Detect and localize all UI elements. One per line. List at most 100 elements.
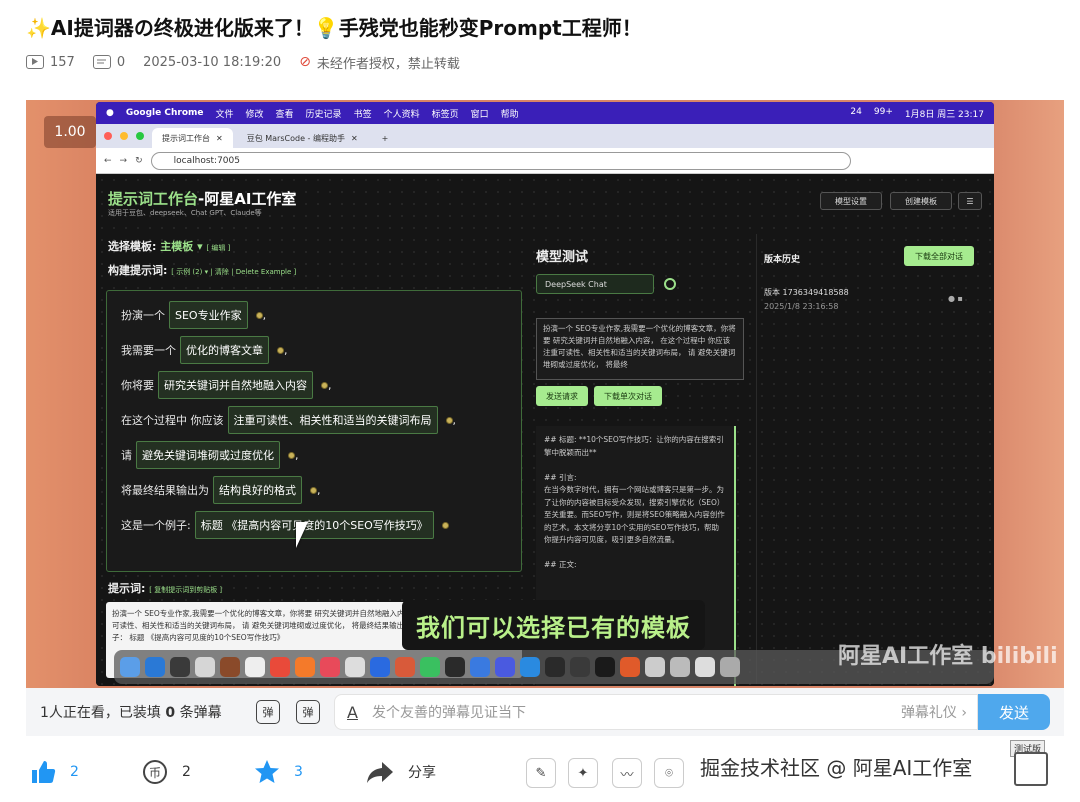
- video-player[interactable]: 1.00 ● Google Chrome 文件 修改 查看 历史记录 书签 个人…: [26, 100, 1064, 688]
- back-icon: ←: [104, 155, 112, 166]
- edit-icon[interactable]: ✎: [526, 758, 556, 788]
- play-icon: [26, 55, 44, 69]
- builder-row: 将最终结果输出为 结构良好的格式,: [121, 476, 321, 504]
- divider: [756, 234, 757, 684]
- forward-icon: →: [119, 155, 128, 166]
- mouse-cursor-icon: [296, 522, 320, 548]
- app-icon: [195, 657, 215, 677]
- app-icon: [395, 657, 415, 677]
- wechat-icon: [420, 657, 440, 677]
- danmaku-input[interactable]: A 发个友善的弹幕见证当下 弹幕礼仪 ›: [334, 694, 978, 730]
- send-danmaku-button[interactable]: 发送: [978, 694, 1050, 730]
- browser-tabbar: 提示词工作台 ✕ 豆包 MarsCode - 编程助手 ✕ +: [96, 124, 994, 148]
- download-all-button: 下载全部对话: [904, 246, 974, 266]
- star-icon: [255, 760, 279, 783]
- like-button[interactable]: 2: [30, 752, 79, 792]
- favorite-button[interactable]: 3: [254, 752, 303, 792]
- share-arrow-icon: [367, 762, 393, 783]
- video-watermark: 阿星AI工作室 bilibili: [838, 644, 1058, 669]
- tab-prompt-workbench: 提示词工作台 ✕: [152, 128, 233, 148]
- app-title: 提示词工作台-阿星AI工作室: [108, 190, 297, 208]
- danmaku-icon: [92, 55, 111, 69]
- danmaku-bar: 1人正在看，已装填 0 条弹幕 弹 弹 A 发个友善的弹幕见证当下 弹幕礼仪 ›…: [26, 688, 1064, 736]
- publish-datetime: 2025-03-10 18:19:20: [143, 54, 282, 70]
- mac-menubar: ● Google Chrome 文件 修改 查看 历史记录 书签 个人资料 标签…: [96, 102, 994, 124]
- minimize-dot-icon: [120, 132, 128, 140]
- app-icon: [620, 657, 640, 677]
- danmaku-settings-icon[interactable]: 弹: [296, 700, 320, 724]
- coin-button[interactable]: 币 2: [142, 752, 191, 792]
- model-test-title: 模型测试: [536, 250, 589, 265]
- comment-count: 0: [92, 55, 125, 70]
- browser-urlbar: ← → ↻ localhost:7005: [96, 148, 994, 174]
- thumb-up-icon: [32, 761, 56, 783]
- app-icon: [670, 657, 690, 677]
- builder-row: 这是一个例子: 标题 《提高内容可见度的10个SEO写作技巧》: [121, 511, 449, 539]
- screen-recording: ● Google Chrome 文件 修改 查看 历史记录 书签 个人资料 标签…: [96, 102, 994, 686]
- text-style-icon[interactable]: A: [347, 703, 358, 722]
- app-icon: [270, 657, 290, 677]
- app-icon: [695, 657, 715, 677]
- qr-icon[interactable]: [1014, 752, 1048, 786]
- app-icon: [370, 657, 390, 677]
- lock-icon[interactable]: ⌾: [654, 758, 684, 788]
- build-prompt-header: 构建提示词: [ 示例 (2) ▾ | 清除 | Delete Example …: [108, 264, 297, 277]
- builder-row: 我需要一个 优化的博客文章,: [121, 336, 288, 364]
- template-selector: 选择模板: 主模板 ▾ [ 编辑 ]: [108, 240, 231, 253]
- finder-icon: [120, 657, 140, 677]
- playback-speed[interactable]: 1.00: [44, 116, 96, 148]
- calendar-icon: [345, 657, 365, 677]
- svg-text:币: 币: [149, 766, 161, 780]
- footer-watermark: 掘金技术社区 @ 阿星AI工作室: [700, 756, 973, 780]
- url-field: localhost:7005: [150, 151, 851, 170]
- remove-dot-icon: [441, 521, 449, 529]
- app-icon: [445, 657, 465, 677]
- new-tab-icon: +: [381, 133, 389, 143]
- app-icon: [720, 657, 740, 677]
- apple-icon: ●: [106, 108, 114, 118]
- app-icon: [145, 657, 165, 677]
- close-dot-icon: [104, 132, 112, 140]
- app-icon: [220, 657, 240, 677]
- app-icon: [570, 657, 590, 677]
- post-title: ✨AI提词器の终极进化版来了！💡手残党也能秒变Prompt工程师！: [26, 16, 642, 40]
- remove-dot-icon: [445, 416, 453, 424]
- history-item: 版本 1736349418588 2025/1/8 23:16:58: [764, 288, 849, 311]
- builder-row: 请避免关键词堆砌或过度优化,: [121, 441, 299, 469]
- create-template-button: 创建模板: [890, 192, 952, 210]
- app-icon: [470, 657, 490, 677]
- zoom-dot-icon: [136, 132, 144, 140]
- model-select: DeepSeek Chat: [536, 274, 654, 294]
- download-single-button: 下载单次对话: [594, 386, 662, 406]
- builder-row: 扮演一个 SEO专业作家,: [121, 301, 266, 329]
- chart-icon[interactable]: 〰: [612, 758, 642, 788]
- history-actions-icon: ● ▪: [948, 294, 963, 303]
- remove-dot-icon: [321, 381, 328, 389]
- play-count: 157: [26, 55, 75, 70]
- prompt-header: 提示词: [ 复制提示词到剪贴板 ]: [108, 582, 223, 595]
- app-icon: [545, 657, 565, 677]
- send-request-button: 发送请求: [536, 386, 588, 406]
- app-icon: [320, 657, 340, 677]
- builder-row: 在这个过程中 你应该 注重可读性、相关性和适当的关键词布局,: [121, 406, 456, 434]
- reload-icon: ↻: [135, 155, 143, 166]
- app-icon: [520, 657, 540, 677]
- app-icon: [170, 657, 190, 677]
- forbidden-icon: ⊘: [299, 54, 311, 70]
- tab-marscode: 豆包 MarsCode - 编程助手 ✕: [246, 133, 358, 143]
- remove-dot-icon: [255, 311, 263, 319]
- danmaku-etiquette-link[interactable]: 弹幕礼仪 ›: [901, 702, 967, 722]
- viewer-count: 1人正在看，已装填 0 条弹幕: [40, 705, 222, 721]
- pin-icon[interactable]: ✦: [568, 758, 598, 788]
- share-button[interactable]: 分享: [366, 752, 436, 792]
- remove-dot-icon: [288, 451, 295, 459]
- video-subtitle: 我们可以选择已有的模板: [402, 600, 705, 650]
- remove-dot-icon: [277, 346, 284, 354]
- history-title: 版本历史: [764, 255, 801, 265]
- copyright-notice: ⊘ 未经作者授权，禁止转载: [299, 54, 460, 72]
- app-icon: [595, 657, 615, 677]
- gear-icon: [664, 278, 676, 290]
- model-settings-button: 模型设置: [820, 192, 882, 210]
- danmaku-toggle-icon[interactable]: 弹: [256, 700, 280, 724]
- menu-icon: ☰: [958, 192, 982, 210]
